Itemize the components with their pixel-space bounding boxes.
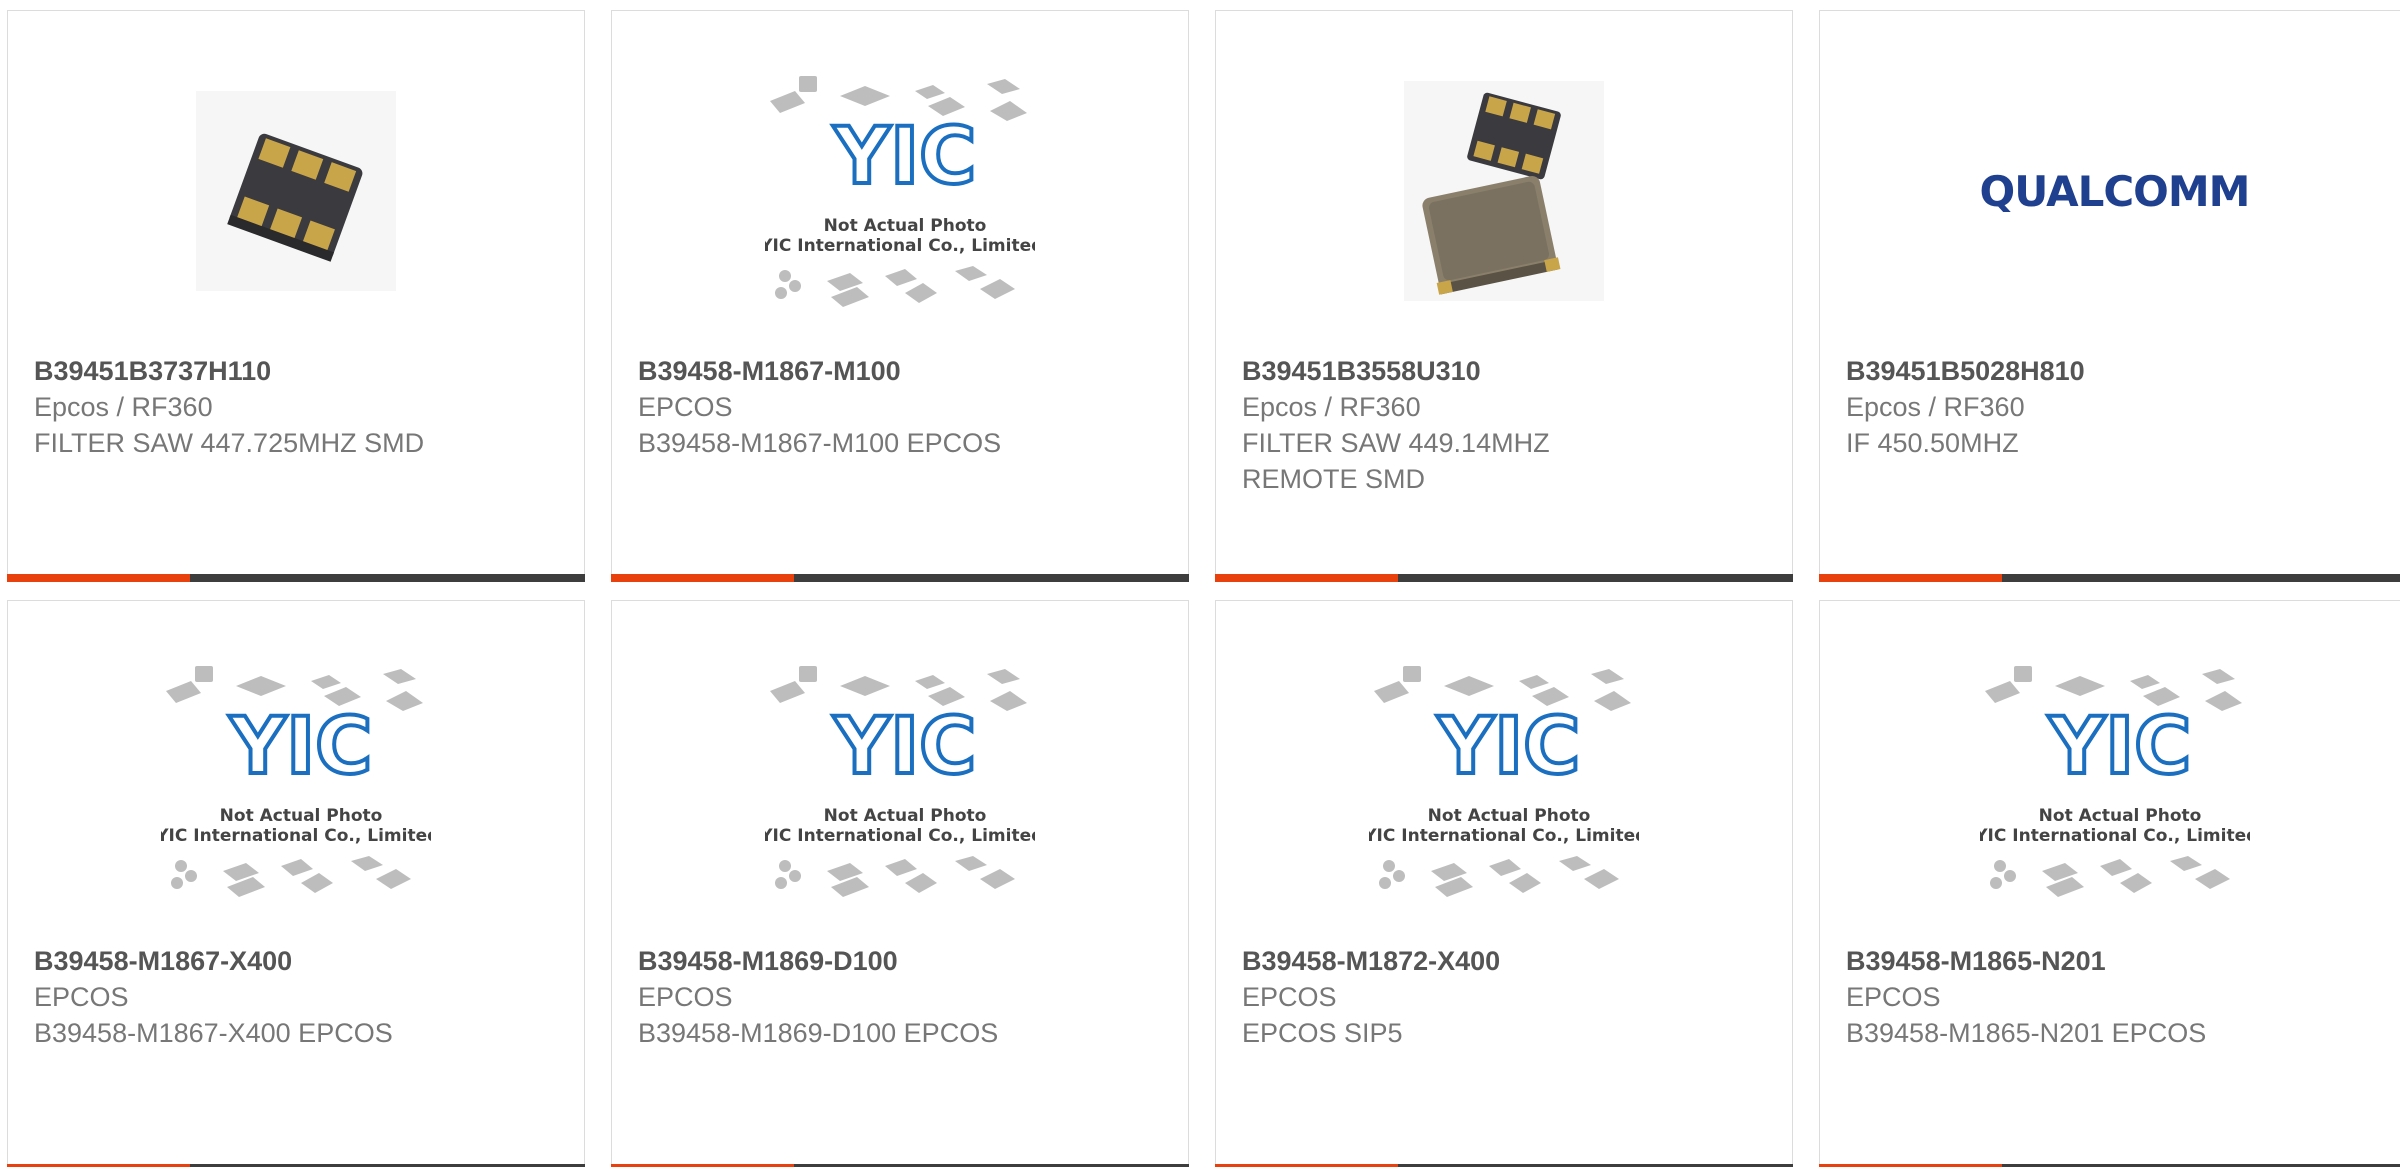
product-info: B39458-M1867-M100 EPCOS B39458-M1867-M10… xyxy=(638,353,1168,461)
product-info: B39458-M1865-N201 EPCOS B39458-M1865-N20… xyxy=(1846,943,2389,1051)
yic-logo: YIC xyxy=(833,702,977,792)
yic-logo: YIC xyxy=(1437,702,1581,792)
product-info: B39458-M1872-X400 EPCOS EPCOS SIP5 xyxy=(1242,943,1772,1051)
description: FILTER SAW 449.14MHZ xyxy=(1242,428,1550,458)
yic-placeholder-image: YIC Not Actual Photo YIC International C… xyxy=(765,76,1035,307)
description: B39458-M1867-M100 EPCOS xyxy=(638,428,1002,458)
placeholder-caption-1: Not Actual Photo xyxy=(824,216,987,236)
manufacturer: EPCOS xyxy=(34,982,129,1012)
placeholder-caption-2: YIC International Co., Limited. xyxy=(1369,826,1639,846)
manufacturer: Epcos / RF360 xyxy=(1242,392,1421,422)
yic-placeholder-image: YIC Not Actual Photo YIC International C… xyxy=(765,666,1035,897)
placeholder-caption-2: YIC International Co., Limited. xyxy=(765,826,1035,846)
description: FILTER SAW 447.725MHZ SMD xyxy=(34,428,425,458)
product-card[interactable]: QUALCOMM B39451B5028H810 Epcos / RF360 I… xyxy=(1819,10,2400,582)
product-image[interactable]: YIC Not Actual Photo YIC International C… xyxy=(612,71,1188,311)
product-image[interactable]: YIC Not Actual Photo YIC International C… xyxy=(1820,661,2400,901)
product-image[interactable] xyxy=(8,71,584,311)
part-number[interactable]: B39451B5028H810 xyxy=(1846,353,2389,389)
manufacturer: Epcos / RF360 xyxy=(34,392,213,422)
description: IF 450.50MHZ xyxy=(1846,428,2019,458)
saw-filter-remote-photo xyxy=(1404,81,1604,301)
product-info: B39451B5028H810 Epcos / RF360 IF 450.50M… xyxy=(1846,353,2389,461)
product-info: B39458-M1867-X400 EPCOS B39458-M1867-X40… xyxy=(34,943,564,1051)
description: EPCOS SIP5 xyxy=(1242,1018,1403,1048)
product-image[interactable]: YIC Not Actual Photo YIC International C… xyxy=(1216,661,1792,901)
description: B39458-M1865-N201 EPCOS xyxy=(1846,1018,2207,1048)
product-info: B39451B3737H110 Epcos / RF360 FILTER SAW… xyxy=(34,353,564,461)
manufacturer: EPCOS xyxy=(1846,982,1941,1012)
manufacturer: EPCOS xyxy=(1242,982,1337,1012)
placeholder-caption-1: Not Actual Photo xyxy=(824,806,987,826)
description: B39458-M1867-X400 EPCOS xyxy=(34,1018,393,1048)
placeholder-caption-2: YIC International Co., Limited. xyxy=(765,236,1035,256)
description: B39458-M1869-D100 EPCOS xyxy=(638,1018,999,1048)
description: REMOTE SMD xyxy=(1242,464,1426,494)
yic-placeholder-image: YIC Not Actual Photo YIC International C… xyxy=(1980,666,2250,897)
card-accent-bar xyxy=(7,574,585,582)
product-image[interactable]: YIC Not Actual Photo YIC International C… xyxy=(612,661,1188,901)
saw-filter-smd-photo xyxy=(196,91,396,291)
placeholder-caption-2: YIC International Co., Limited. xyxy=(1980,826,2250,846)
yic-placeholder-image: YIC Not Actual Photo YIC International C… xyxy=(161,666,431,897)
product-card[interactable]: B39451B3737H110 Epcos / RF360 FILTER SAW… xyxy=(7,10,585,582)
qualcomm-logo: QUALCOMM xyxy=(1979,166,2251,216)
product-grid: B39451B3737H110 Epcos / RF360 FILTER SAW… xyxy=(0,0,2400,1167)
product-info: B39458-M1869-D100 EPCOS B39458-M1869-D10… xyxy=(638,943,1168,1051)
product-card[interactable]: YIC Not Actual Photo YIC International C… xyxy=(7,600,585,1167)
part-number[interactable]: B39458-M1865-N201 xyxy=(1846,943,2389,979)
part-number[interactable]: B39458-M1867-M100 xyxy=(638,353,1168,389)
placeholder-caption-1: Not Actual Photo xyxy=(2038,806,2201,826)
product-image[interactable]: YIC Not Actual Photo YIC International C… xyxy=(8,661,584,901)
product-card[interactable]: YIC Not Actual Photo YIC International C… xyxy=(611,600,1189,1167)
placeholder-caption-2: YIC International Co., Limited. xyxy=(161,826,431,846)
part-number[interactable]: B39458-M1869-D100 xyxy=(638,943,1168,979)
product-image[interactable] xyxy=(1216,71,1792,311)
product-card[interactable]: YIC Not Actual Photo YIC International C… xyxy=(611,10,1189,582)
yic-logo: YIC xyxy=(229,702,373,792)
card-accent-bar xyxy=(1819,574,2400,582)
card-accent-bar xyxy=(611,574,1189,582)
part-number[interactable]: B39451B3558U310 xyxy=(1242,353,1772,389)
manufacturer: Epcos / RF360 xyxy=(1846,392,2025,422)
part-number[interactable]: B39458-M1872-X400 xyxy=(1242,943,1772,979)
product-image[interactable]: QUALCOMM xyxy=(1820,151,2400,231)
yic-logo: YIC xyxy=(833,112,977,202)
part-number[interactable]: B39451B3737H110 xyxy=(34,353,564,389)
manufacturer: EPCOS xyxy=(638,392,733,422)
card-accent-bar xyxy=(1215,574,1793,582)
part-number[interactable]: B39458-M1867-X400 xyxy=(34,943,564,979)
product-card[interactable]: YIC Not Actual Photo YIC International C… xyxy=(1819,600,2400,1167)
yic-placeholder-image: YIC Not Actual Photo YIC International C… xyxy=(1369,666,1639,897)
product-info: B39451B3558U310 Epcos / RF360 FILTER SAW… xyxy=(1242,353,1772,497)
placeholder-caption-1: Not Actual Photo xyxy=(220,806,383,826)
product-card[interactable]: YIC Not Actual Photo YIC International C… xyxy=(1215,600,1793,1167)
placeholder-caption-1: Not Actual Photo xyxy=(1428,806,1591,826)
product-card[interactable]: B39451B3558U310 Epcos / RF360 FILTER SAW… xyxy=(1215,10,1793,582)
yic-logo: YIC xyxy=(2047,702,2191,792)
manufacturer: EPCOS xyxy=(638,982,733,1012)
